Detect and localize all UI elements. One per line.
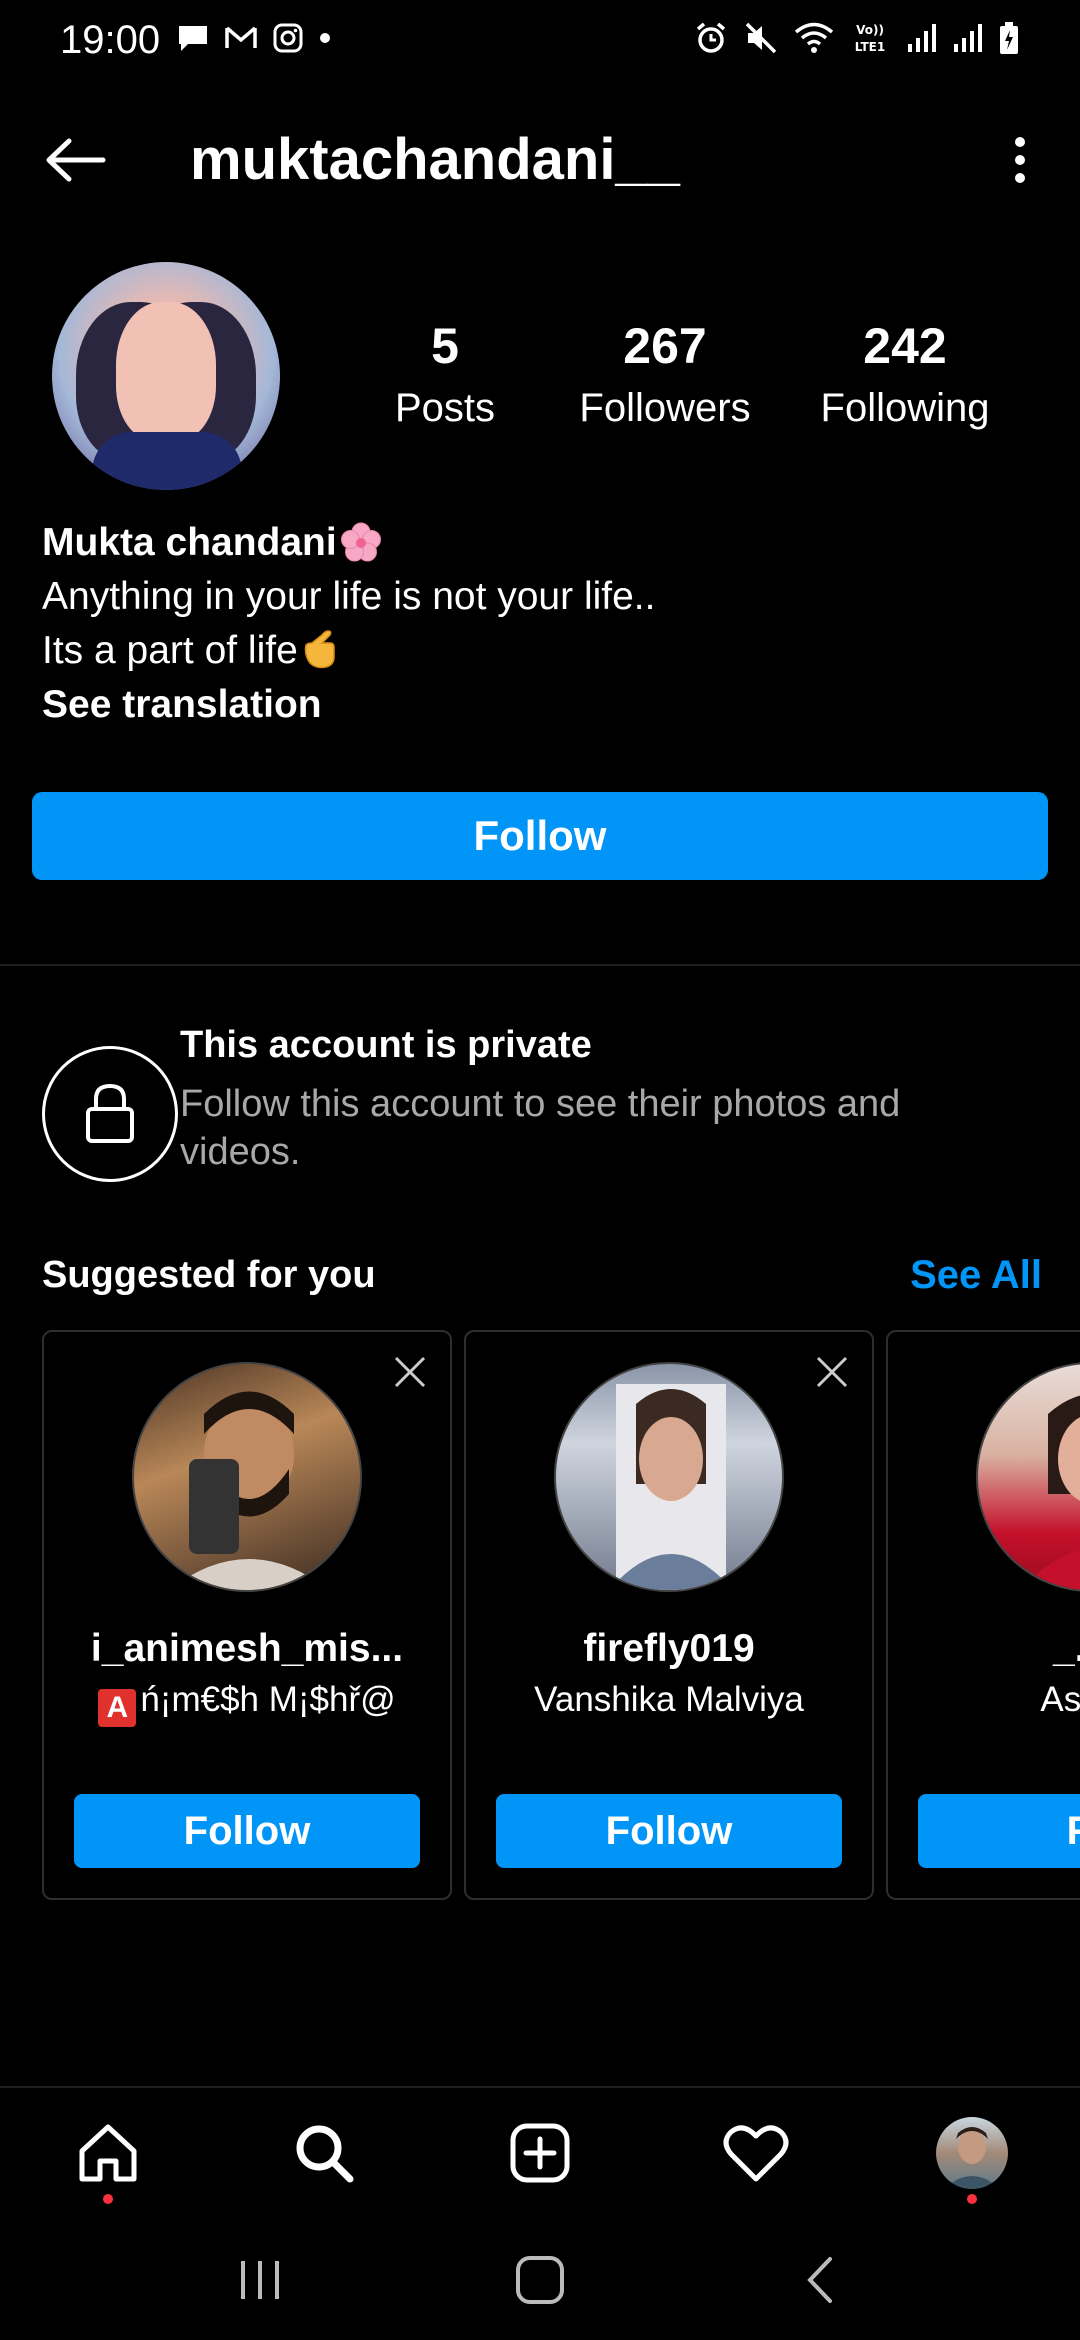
suggested-card[interactable]: i_animesh_mis... Ań¡m€$h M¡$hř@ Follow (42, 1330, 452, 1900)
close-icon (394, 1356, 426, 1388)
recent-apps-button[interactable] (220, 2240, 300, 2320)
more-vertical-icon (1015, 137, 1025, 183)
private-description: Follow this account to see their photos … (180, 1083, 901, 1173)
mute-icon (744, 21, 778, 60)
home-square-icon (516, 2256, 564, 2304)
page-title: muktachandani__ (190, 127, 680, 192)
suggested-avatar[interactable] (132, 1362, 362, 1592)
activity-heart-icon (723, 2125, 789, 2182)
profile-stats: 5 Posts 267 Followers 242 Following (345, 316, 1045, 436)
suggested-username[interactable]: _.aa (888, 1624, 1080, 1674)
status-bar: 19:00 Vo)) LTE1 (0, 0, 1080, 80)
suggested-cards: i_animesh_mis... Ań¡m€$h M¡$hř@ Follow f… (42, 1330, 1080, 1900)
see-translation-link[interactable]: See translation (42, 678, 1042, 732)
red-a-icon: A (98, 1689, 137, 1727)
suggested-username[interactable]: i_animesh_mis... (44, 1624, 450, 1674)
avatar-body (92, 432, 242, 490)
followers-count: 267 (623, 318, 707, 374)
alarm-icon (694, 21, 728, 60)
profile-header: muktachandani__ (0, 110, 1080, 210)
suggested-fullname: Ashi S (1040, 1680, 1080, 1719)
posts-label: Posts (394, 386, 496, 430)
chat-icon (176, 23, 210, 58)
suggested-header: Suggested for you See All (42, 1250, 1042, 1300)
close-icon (816, 1356, 848, 1388)
home-icon (79, 2124, 137, 2182)
back-arrow-icon (46, 138, 106, 182)
dismiss-suggestion-button[interactable] (390, 1352, 430, 1392)
suggested-card[interactable]: firefly019 Vanshika Malviya Follow (464, 1330, 874, 1900)
svg-text:LTE1: LTE1 (855, 40, 885, 54)
posts-count: 5 (431, 318, 459, 374)
suggested-follow-button[interactable]: Fo (918, 1794, 1080, 1868)
nav-profile[interactable] (864, 2088, 1080, 2218)
dot-icon (318, 31, 332, 50)
signal-icon (906, 22, 936, 59)
system-nav-bar (0, 2220, 1080, 2340)
bio-line-2-wrap: Its a part of life (42, 624, 1042, 678)
nav-home[interactable] (0, 2088, 216, 2218)
avatar-face (116, 302, 216, 442)
bottom-nav (0, 2088, 1080, 2218)
suggested-fullname: Vanshika Malviya (534, 1680, 804, 1719)
dismiss-suggestion-button[interactable] (812, 1352, 852, 1392)
lock-icon (42, 1046, 178, 1182)
svg-text:Vo)): Vo)) (856, 23, 884, 37)
bio-name: Mukta chandani (42, 521, 337, 564)
suggested-avatar[interactable] (976, 1362, 1080, 1592)
profile-avatar[interactable] (52, 262, 280, 490)
instagram-icon (272, 22, 304, 59)
nav-create[interactable] (432, 2088, 648, 2218)
more-options-button[interactable] (990, 130, 1050, 190)
battery-icon (998, 21, 1020, 60)
suggested-username[interactable]: firefly019 (466, 1624, 872, 1674)
status-left-icons (176, 22, 332, 59)
followers-stat[interactable]: 267 Followers (545, 316, 785, 436)
bio-line-2: Its a part of life (42, 629, 298, 672)
status-right-icons: Vo)) LTE1 (694, 21, 1020, 60)
nav-search[interactable] (216, 2088, 432, 2218)
nav-activity[interactable] (648, 2088, 864, 2218)
bio-line-1: Anything in your life is not your life.. (42, 575, 656, 618)
posts-stat[interactable]: 5 Posts (345, 316, 545, 436)
suggested-follow-button[interactable]: Follow (496, 1794, 842, 1868)
pointing-hand-icon (300, 629, 340, 673)
status-time: 19:00 (60, 17, 161, 62)
private-title: This account is private (180, 1024, 592, 1066)
follow-button[interactable]: Follow (32, 792, 1048, 880)
following-count: 242 (863, 318, 947, 374)
followers-label: Followers (579, 386, 751, 430)
suggested-title: Suggested for you (42, 1253, 376, 1296)
wifi-icon (794, 21, 834, 60)
suggested-fullname-wrap: Ań¡m€$h M¡$hř@ (44, 1678, 450, 1727)
cherry-blossom-icon (339, 521, 383, 565)
profile-bio: Mukta chandani Anything in your life is … (42, 516, 1042, 732)
following-label: Following (820, 386, 990, 430)
search-icon (296, 2125, 354, 2183)
back-system-button[interactable] (780, 2240, 860, 2320)
back-button[interactable] (40, 130, 110, 190)
following-stat[interactable]: 242 Following (785, 316, 1025, 436)
chevron-left-icon (807, 2257, 832, 2303)
see-all-link[interactable]: See All (910, 1253, 1042, 1298)
signal-icon (952, 22, 982, 59)
suggested-fullname: ń¡m€$h M¡$hř@ (140, 1680, 396, 1719)
volte-icon: Vo)) LTE1 (850, 21, 890, 60)
recent-apps-icon (241, 2261, 279, 2299)
divider (0, 964, 1080, 966)
suggested-avatar[interactable] (554, 1362, 784, 1592)
home-button[interactable] (500, 2240, 580, 2320)
notification-dot (967, 2194, 977, 2204)
profile-avatar (936, 2117, 1008, 2189)
bio-name-line: Mukta chandani (42, 516, 1042, 570)
gmail-icon (224, 25, 258, 56)
add-post-icon (510, 2123, 570, 2183)
suggested-follow-button[interactable]: Follow (74, 1794, 420, 1868)
private-account-notice: This account is private Follow this acco… (42, 1020, 1042, 1200)
notification-dot (103, 2194, 113, 2204)
suggested-card[interactable]: _.aa Ashi S Fo (886, 1330, 1080, 1900)
